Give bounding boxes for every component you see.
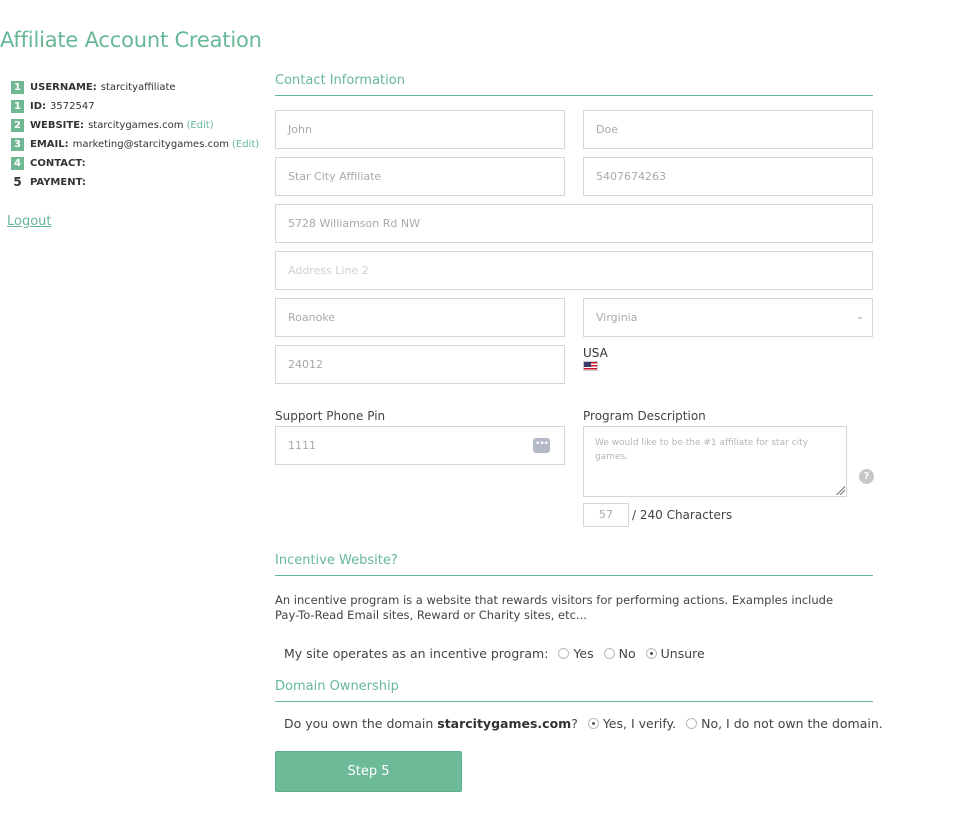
incentive-question-row: My site operates as an incentive program… bbox=[284, 646, 705, 661]
step-website: 2 WEBSITE: starcitygames.com (Edit) bbox=[11, 116, 259, 135]
step-number: 3 bbox=[11, 138, 24, 151]
phone-value: 5407674263 bbox=[596, 170, 666, 183]
contact-section-title: Contact Information bbox=[275, 73, 873, 96]
incentive-question: My site operates as an incentive program… bbox=[284, 646, 549, 661]
step-id: 1 ID: 3572547 bbox=[11, 97, 259, 116]
domain-section-title: Domain Ownership bbox=[275, 679, 873, 702]
address-line2-placeholder: Address Line 2 bbox=[288, 264, 369, 277]
step-number: 1 bbox=[11, 81, 24, 94]
phone-field[interactable]: 5407674263 bbox=[583, 157, 873, 196]
state-select[interactable]: Virginia ⌄ bbox=[583, 298, 873, 337]
first-name-field[interactable]: John bbox=[275, 110, 565, 149]
character-limit-label: / 240 Characters bbox=[632, 508, 733, 522]
step-value: starcityaffiliate bbox=[100, 82, 176, 93]
state-value: Virginia bbox=[596, 311, 638, 324]
program-description-label: Program Description bbox=[583, 409, 706, 423]
address-line1-value: 5728 Williamson Rd NW bbox=[288, 217, 420, 230]
step-value: marketing@starcitygames.com bbox=[72, 139, 229, 150]
step-number: 1 bbox=[11, 100, 24, 113]
step-key: WEBSITE: bbox=[30, 120, 85, 131]
step-5-button[interactable]: Step 5 bbox=[275, 751, 462, 792]
domain-question-row: Do you own the domain starcitygames.com?… bbox=[284, 716, 883, 731]
domain-yes-label[interactable]: Yes, I verify. bbox=[603, 716, 676, 731]
zip-field[interactable]: 24012 bbox=[275, 345, 565, 384]
incentive-unsure-radio[interactable] bbox=[645, 648, 657, 659]
incentive-unsure-label[interactable]: Unsure bbox=[661, 646, 705, 661]
company-field[interactable]: Star City Affiliate bbox=[275, 157, 565, 196]
company-value: Star City Affiliate bbox=[288, 170, 382, 183]
incentive-section-title: Incentive Website? bbox=[275, 553, 873, 576]
zip-value: 24012 bbox=[288, 358, 323, 371]
domain-no-radio[interactable] bbox=[686, 718, 698, 729]
last-name-value: Doe bbox=[596, 123, 618, 136]
character-count: 57 bbox=[583, 503, 629, 527]
domain-name: starcitygames.com bbox=[437, 716, 572, 731]
first-name-value: John bbox=[288, 123, 312, 136]
domain-question-prefix: Do you own the domain bbox=[284, 716, 434, 731]
step-number: 5 bbox=[13, 175, 22, 189]
keypad-icon[interactable]: ••• bbox=[533, 438, 550, 453]
support-pin-label: Support Phone Pin bbox=[275, 409, 386, 423]
incentive-no-radio[interactable] bbox=[603, 648, 615, 659]
step-value: starcitygames.com bbox=[88, 120, 184, 131]
support-pin-value: 1111 bbox=[288, 439, 316, 452]
step-key: USERNAME: bbox=[30, 82, 97, 93]
logout-link[interactable]: Logout bbox=[7, 214, 52, 229]
support-pin-field[interactable]: 1111 ••• bbox=[275, 426, 565, 465]
step-key: CONTACT: bbox=[30, 158, 86, 169]
step-number: 2 bbox=[11, 119, 24, 132]
us-flag-icon bbox=[583, 361, 598, 371]
country-label: USA bbox=[583, 346, 608, 360]
step-payment: 5 PAYMENT: bbox=[11, 173, 259, 192]
step-key: EMAIL: bbox=[30, 139, 69, 150]
edit-email-link[interactable]: (Edit) bbox=[232, 139, 259, 150]
address-line1-field[interactable]: 5728 Williamson Rd NW bbox=[275, 204, 873, 243]
program-description-placeholder: We would like to be the #1 affiliate for… bbox=[595, 438, 808, 462]
last-name-field[interactable]: Doe bbox=[583, 110, 873, 149]
domain-question-suffix: ? bbox=[571, 716, 578, 731]
chevron-down-icon: ⌄ bbox=[856, 312, 864, 322]
domain-no-label[interactable]: No, I do not own the domain. bbox=[701, 716, 883, 731]
resize-handle-icon[interactable] bbox=[835, 485, 845, 495]
edit-website-link[interactable]: (Edit) bbox=[186, 120, 213, 131]
step-number: 4 bbox=[11, 157, 24, 170]
page-title: Affiliate Account Creation bbox=[0, 28, 262, 52]
help-icon[interactable]: ? bbox=[859, 469, 874, 484]
step-username: 1 USERNAME: starcityaffiliate bbox=[11, 78, 259, 97]
incentive-yes-label[interactable]: Yes bbox=[573, 646, 593, 661]
step-value: 3572547 bbox=[50, 101, 95, 112]
incentive-yes-radio[interactable] bbox=[558, 648, 570, 659]
incentive-description: An incentive program is a website that r… bbox=[275, 593, 834, 622]
step-email: 3 EMAIL: marketing@starcitygames.com (Ed… bbox=[11, 135, 259, 154]
city-field[interactable]: Roanoke bbox=[275, 298, 565, 337]
incentive-no-label[interactable]: No bbox=[619, 646, 636, 661]
step-contact: 4 CONTACT: bbox=[11, 154, 259, 173]
address-line2-field[interactable]: Address Line 2 bbox=[275, 251, 873, 290]
step-key: PAYMENT: bbox=[30, 177, 86, 188]
domain-yes-radio[interactable] bbox=[587, 718, 599, 729]
program-description-textarea[interactable]: We would like to be the #1 affiliate for… bbox=[583, 426, 847, 497]
city-value: Roanoke bbox=[288, 311, 336, 324]
progress-steps: 1 USERNAME: starcityaffiliate 1 ID: 3572… bbox=[11, 78, 259, 192]
step-key: ID: bbox=[30, 101, 47, 112]
